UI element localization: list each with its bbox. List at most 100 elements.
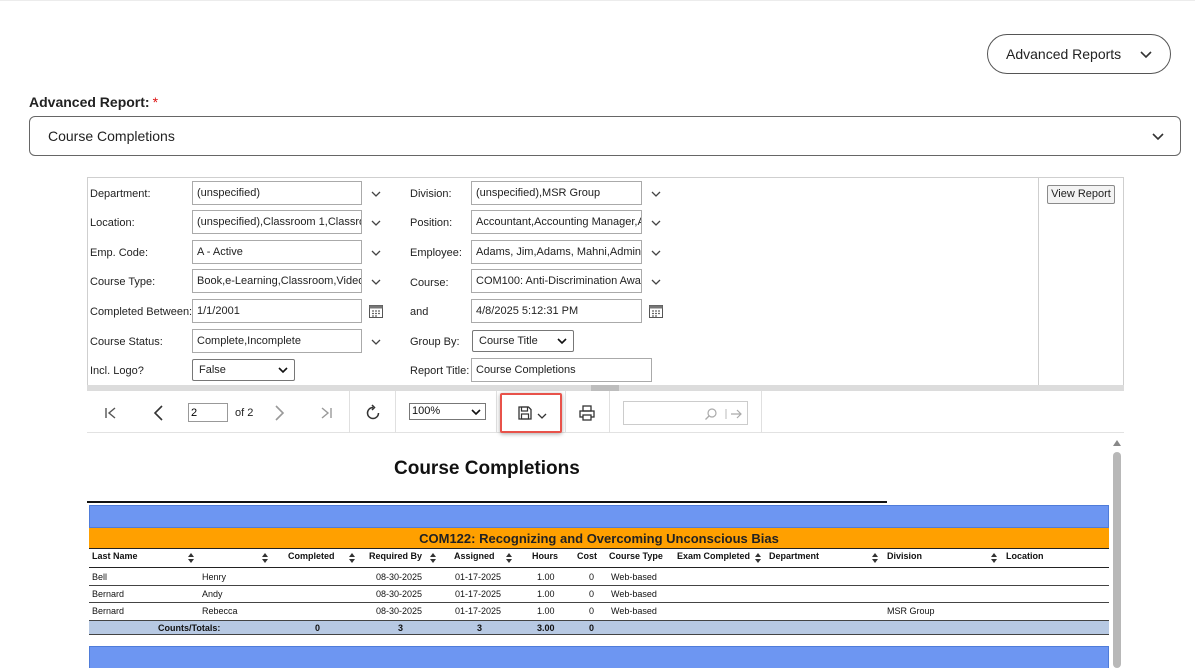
location-field[interactable]: (unspecified),Classroom 1,Classroo bbox=[192, 210, 362, 234]
cell-hours: 1.00 bbox=[537, 606, 555, 616]
location-dropdown-icon[interactable] bbox=[370, 217, 382, 229]
scroll-up-icon[interactable] bbox=[1111, 438, 1123, 448]
division-dropdown-icon[interactable] bbox=[650, 188, 662, 200]
cell-cost: 0 bbox=[589, 572, 595, 582]
position-label: Position: bbox=[410, 217, 453, 229]
and-date-field[interactable]: 4/8/2025 5:12:31 PM bbox=[471, 299, 642, 323]
first-page-icon[interactable] bbox=[103, 405, 119, 421]
cell-last-name: Bell bbox=[92, 572, 108, 582]
division-field[interactable]: (unspecified),MSR Group bbox=[471, 181, 642, 205]
cell-first-name: Henry bbox=[202, 572, 227, 582]
sort-icon[interactable] bbox=[187, 553, 195, 563]
col-completed[interactable]: Completed bbox=[288, 551, 335, 561]
total-cost: 0 bbox=[589, 623, 595, 633]
advanced-report-select[interactable]: Course Completions bbox=[29, 116, 1181, 156]
col-course-type[interactable]: Course Type bbox=[609, 551, 663, 561]
cell-required-by: 08-30-2025 bbox=[376, 572, 423, 582]
employee-label: Employee: bbox=[410, 247, 462, 259]
previous-page-icon[interactable] bbox=[151, 404, 167, 422]
advanced-reports-dropdown[interactable]: Advanced Reports bbox=[987, 34, 1171, 74]
sort-icon[interactable] bbox=[505, 553, 513, 563]
completed-between-field[interactable]: 1/1/2001 bbox=[192, 299, 362, 323]
sort-icon[interactable] bbox=[429, 553, 437, 563]
top-border bbox=[0, 0, 1195, 1]
col-required-by[interactable]: Required By bbox=[369, 551, 422, 561]
sort-icon[interactable] bbox=[871, 553, 879, 563]
col-division[interactable]: Division bbox=[887, 551, 922, 561]
position-dropdown-icon[interactable] bbox=[650, 217, 662, 229]
total-hours: 3.00 bbox=[537, 623, 555, 633]
cell-division: MSR Group bbox=[887, 606, 935, 616]
print-icon[interactable] bbox=[578, 404, 596, 422]
position-field[interactable]: Accountant,Accounting Manager,A bbox=[471, 210, 642, 234]
required-asterisk: * bbox=[152, 94, 159, 110]
panel-divider bbox=[1038, 178, 1039, 386]
department-field[interactable]: (unspecified) bbox=[192, 181, 362, 205]
employee-field[interactable]: Adams, Jim,Adams, Mahni,Adminis bbox=[471, 240, 642, 264]
sort-icon[interactable] bbox=[348, 553, 356, 563]
totals-row bbox=[89, 620, 1109, 635]
chevron-down-icon bbox=[1152, 133, 1164, 141]
find-next-icon[interactable] bbox=[724, 407, 744, 421]
cell-required-by: 08-30-2025 bbox=[376, 606, 423, 616]
total-required: 3 bbox=[398, 623, 404, 633]
col-cost[interactable]: Cost bbox=[577, 551, 597, 561]
view-report-button[interactable]: View Report bbox=[1047, 185, 1115, 204]
completed-between-label: Completed Between: bbox=[90, 306, 193, 318]
course-label: Course: bbox=[410, 277, 449, 289]
report-document-title: Course Completions bbox=[394, 458, 580, 479]
save-disk-icon bbox=[518, 406, 532, 420]
calendar-icon[interactable] bbox=[648, 303, 664, 319]
cell-first-name: Rebecca bbox=[202, 606, 238, 616]
employee-dropdown-icon[interactable] bbox=[650, 247, 662, 259]
chevron-down-icon bbox=[1140, 51, 1152, 59]
col-assigned[interactable]: Assigned bbox=[454, 551, 495, 561]
incl-logo-label: Incl. Logo? bbox=[90, 365, 144, 377]
department-dropdown-icon[interactable] bbox=[370, 188, 382, 200]
cell-assigned: 01-17-2025 bbox=[455, 572, 502, 582]
course-status-field[interactable]: Complete,Incomplete bbox=[192, 329, 362, 353]
col-location[interactable]: Location bbox=[1006, 551, 1044, 561]
totals-label: Counts/Totals: bbox=[158, 623, 221, 633]
course-type-field[interactable]: Book,e-Learning,Classroom,Video,\ bbox=[192, 269, 362, 293]
col-department[interactable]: Department bbox=[769, 551, 819, 561]
emp-code-label: Emp. Code: bbox=[90, 247, 149, 259]
course-type-dropdown-icon[interactable] bbox=[370, 276, 382, 288]
course-dropdown-icon[interactable] bbox=[650, 276, 662, 288]
last-page-icon[interactable] bbox=[318, 405, 334, 421]
incl-logo-select[interactable]: False bbox=[192, 359, 295, 381]
refresh-icon[interactable] bbox=[363, 403, 383, 423]
col-hours[interactable]: Hours bbox=[532, 551, 558, 561]
next-page-icon[interactable] bbox=[271, 404, 287, 422]
cell-assigned: 01-17-2025 bbox=[455, 606, 502, 616]
cell-cost: 0 bbox=[589, 589, 595, 599]
emp-code-field[interactable]: A - Active bbox=[192, 240, 362, 264]
and-date-label: and bbox=[410, 306, 429, 318]
course-field[interactable]: COM100: Anti-Discrimination Awar bbox=[471, 269, 642, 293]
report-title-field[interactable]: Course Completions bbox=[471, 358, 652, 382]
course-type-label: Course Type: bbox=[90, 276, 156, 288]
toolbar-separator bbox=[349, 391, 350, 433]
cell-required-by: 08-30-2025 bbox=[376, 589, 423, 599]
sort-icon[interactable] bbox=[261, 553, 269, 563]
course-status-dropdown-icon[interactable] bbox=[370, 336, 382, 348]
calendar-icon[interactable] bbox=[368, 303, 384, 319]
group-by-select[interactable]: Course Title bbox=[472, 330, 574, 352]
sort-icon[interactable] bbox=[990, 553, 998, 563]
page-number-input[interactable] bbox=[188, 403, 228, 422]
export-save-button[interactable] bbox=[500, 393, 562, 433]
emp-code-dropdown-icon[interactable] bbox=[370, 247, 382, 259]
scrollbar-thumb[interactable] bbox=[1113, 452, 1121, 668]
report-search-input[interactable] bbox=[623, 401, 748, 425]
zoom-select[interactable]: 100% bbox=[409, 403, 486, 420]
row-divider bbox=[89, 602, 1109, 603]
cell-course-type: Web-based bbox=[611, 572, 657, 582]
col-last-name[interactable]: Last Name bbox=[92, 551, 138, 561]
sort-icon[interactable] bbox=[754, 553, 762, 563]
chevron-down-icon bbox=[537, 413, 547, 419]
toolbar-separator bbox=[565, 391, 566, 433]
cell-course-type: Web-based bbox=[611, 606, 657, 616]
report-footer-band bbox=[89, 646, 1109, 668]
col-exam-completed[interactable]: Exam Completed bbox=[677, 551, 750, 561]
course-status-label: Course Status: bbox=[90, 336, 163, 348]
